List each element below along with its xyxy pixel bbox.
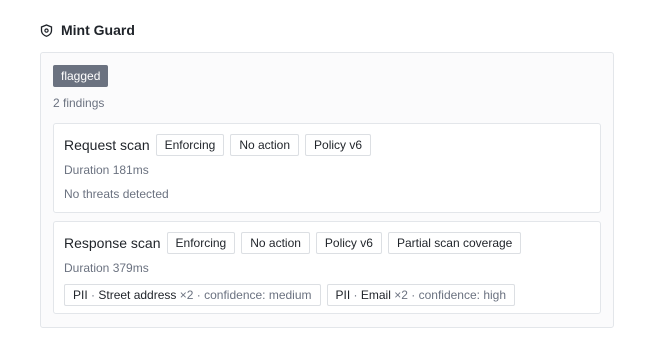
response-scan-card: Response scan Enforcing No action Policy… [53,221,601,314]
finding-multiplier: ×2 [179,288,194,302]
finding-entity: Street address [98,288,177,302]
finding-confidence: confidence: medium [204,288,312,302]
app-header: Mint Guard [40,20,135,40]
finding-list: PII · Street address ×2 · confidence: me… [64,284,516,306]
app-title: Mint Guard [61,22,135,38]
coverage-chip: Partial scan coverage [387,232,522,254]
finding-separator: · [91,288,96,302]
response-scan-title: Response scan [64,235,161,251]
action-chip: No action [241,232,310,254]
mode-chip: Enforcing [155,134,225,156]
request-duration: Duration 181ms [64,163,149,177]
action-chip: No action [230,134,300,156]
policy-chip: Policy v6 [305,134,372,156]
finding-entity: Email [360,288,391,302]
scan-panel: flagged 2 findings Request scan Enforcin… [40,52,614,328]
shield-icon [40,23,53,37]
findings-count: 2 findings [53,96,105,110]
request-scan-title: Request scan [64,137,150,153]
request-result: No threats detected [64,187,169,201]
status-badge: flagged [53,65,109,87]
finding-confidence: confidence: high [418,288,507,302]
finding-type: PII [335,288,351,302]
finding-item: PII · Email ×2 · confidence: high [326,284,516,306]
finding-multiplier: ×2 [394,288,408,302]
finding-item: PII · Street address ×2 · confidence: me… [64,284,321,306]
response-duration: Duration 379ms [64,261,149,275]
finding-separator: · [353,288,358,302]
policy-chip: Policy v6 [315,232,382,254]
finding-type: PII [73,288,88,302]
request-scan-card: Request scan Enforcing No action Policy … [53,123,601,213]
mode-chip: Enforcing [166,232,236,254]
